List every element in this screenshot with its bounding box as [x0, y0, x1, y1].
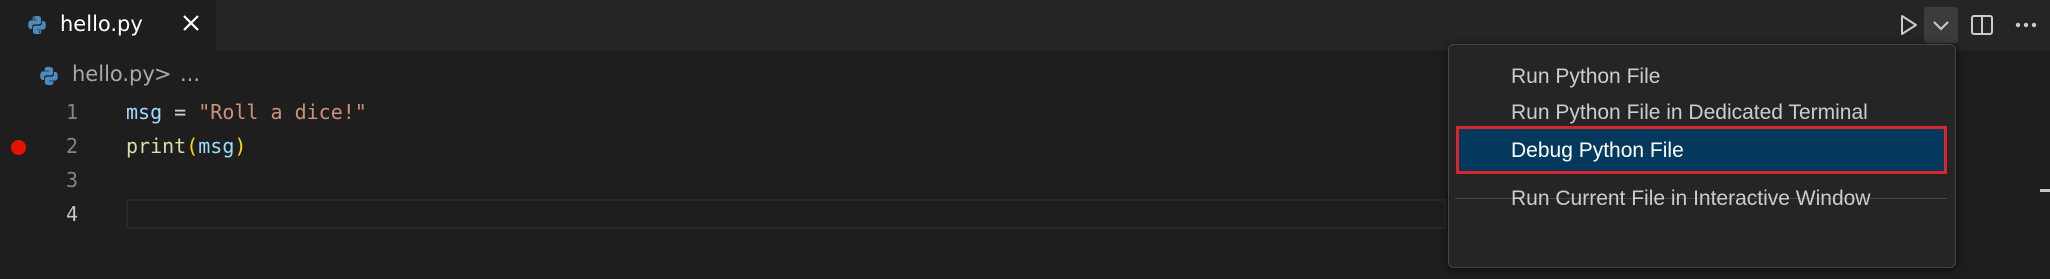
menu-item-label: Run Python File in Dedicated Terminal [1511, 101, 1868, 124]
code-line[interactable]: 3 [0, 164, 1440, 198]
run-dropdown-menu: Run Python File Run Python File in Dedic… [1448, 44, 1956, 268]
menu-item-debug-python-file[interactable]: Debug Python File [1456, 126, 1947, 174]
code-line[interactable]: 2 print(msg) [0, 130, 1440, 164]
breadcrumb-separator: > [154, 62, 172, 86]
code-token: "Roll a dice!" [198, 100, 367, 124]
breadcrumb: hello.py > ... [0, 56, 1400, 96]
code-token: = [162, 100, 199, 124]
line-number: 1 [65, 100, 78, 124]
code-token: ( [186, 134, 199, 158]
breadcrumb-file[interactable]: hello.py [72, 62, 155, 86]
split-editor-icon[interactable] [1968, 11, 1996, 39]
code-text: print(msg) [126, 134, 246, 158]
tab-label: hello.py [60, 12, 143, 36]
line-number: 2 [65, 134, 78, 158]
python-icon [40, 66, 58, 86]
code-token: ) [234, 134, 247, 158]
tab-hello-py[interactable]: hello.py [0, 0, 216, 50]
code-text: msg = "Roll a dice!" [126, 100, 367, 124]
code-token: print [126, 134, 187, 158]
breadcrumb-more[interactable]: ... [180, 62, 200, 86]
more-actions-icon[interactable] [2012, 11, 2040, 39]
code-token: msg [198, 134, 235, 158]
code-token: msg [126, 100, 163, 124]
menu-item-label: Run Python File [1511, 65, 1661, 88]
menu-item-run-interactive-window[interactable]: Run Current File in Interactive Window [1455, 179, 1947, 221]
chevron-down-icon[interactable] [1924, 7, 1958, 43]
code-line[interactable]: 4 [0, 198, 1446, 232]
line-number: 4 [65, 202, 78, 226]
breakpoint-icon[interactable] [11, 140, 26, 155]
code-line[interactable]: 1 msg = "Roll a dice!" [0, 96, 1440, 130]
menu-item-label: Run Current File in Interactive Window [1511, 187, 1871, 210]
tab-bar: hello.py [0, 0, 2050, 50]
play-icon[interactable] [1894, 11, 1922, 39]
close-icon[interactable] [178, 10, 204, 36]
python-icon [28, 15, 46, 35]
line-number: 3 [65, 168, 78, 192]
current-line-highlight [126, 199, 1446, 229]
menu-item-label: Debug Python File [1511, 139, 1684, 162]
scrollbar-marker [2040, 189, 2050, 192]
